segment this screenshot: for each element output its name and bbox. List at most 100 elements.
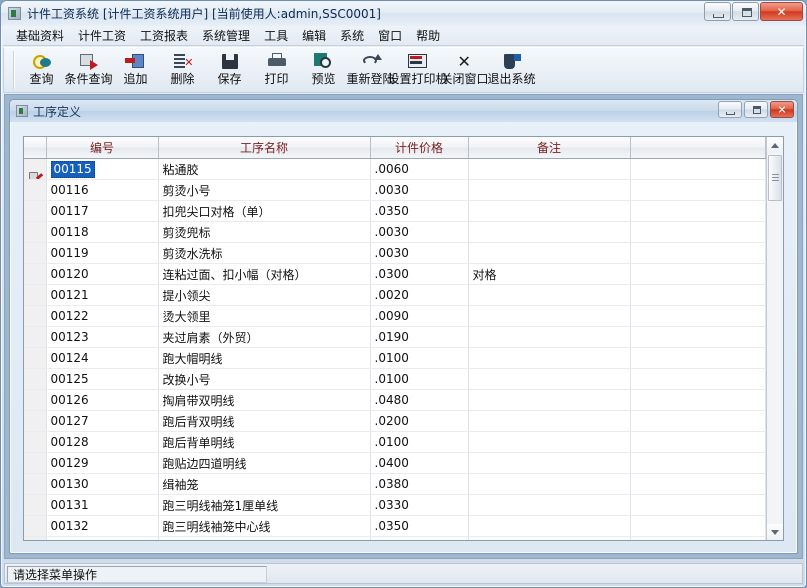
table-row[interactable]: 00123 夹过肩素（外贸） .0190: [24, 326, 766, 348]
scroll-down-button[interactable]: [767, 524, 783, 540]
cell-process-name[interactable]: 跑三明线袖笼1厘单线: [158, 494, 371, 516]
cell-price[interactable]: .0480: [370, 389, 469, 411]
grid-header-memo[interactable]: 备注: [468, 137, 631, 159]
cell-process-name[interactable]: 改换小号: [158, 368, 371, 390]
cell-process-name[interactable]: 净袖笼: [158, 536, 371, 540]
cell-code[interactable]: 00116: [46, 179, 159, 201]
row-indicator-cell[interactable]: [24, 284, 47, 306]
row-indicator-cell[interactable]: [24, 452, 47, 474]
cell-price[interactable]: .0200: [370, 410, 469, 432]
cell-code[interactable]: 00132: [46, 515, 159, 537]
cell-process-name[interactable]: 连粘过面、扣小幅（对格）: [158, 263, 371, 285]
cell-code[interactable]: 00126: [46, 389, 159, 411]
scroll-up-button[interactable]: [767, 137, 783, 153]
cell-code[interactable]: 00133: [46, 536, 159, 540]
row-indicator-cell[interactable]: [24, 305, 47, 327]
cell-code[interactable]: 00118: [46, 221, 159, 243]
child-close-button[interactable]: ✕: [770, 101, 794, 118]
cell-price[interactable]: .0300: [370, 263, 469, 285]
cell-memo[interactable]: 对格: [468, 263, 631, 285]
cell-code[interactable]: 00128: [46, 431, 159, 453]
row-indicator-cell[interactable]: [24, 242, 47, 264]
cell-memo[interactable]: [468, 494, 631, 516]
menu-item-window[interactable]: 窗口: [371, 26, 409, 45]
cell-memo[interactable]: [468, 284, 631, 306]
cell-process-name[interactable]: 烫大领里: [158, 305, 371, 327]
row-indicator-cell[interactable]: [24, 326, 47, 348]
table-row[interactable]: 00119 剪烫水洗标 .0030: [24, 242, 766, 264]
cell-price[interactable]: .0030: [370, 179, 469, 201]
table-row[interactable]: 00121 提小领尖 .0020: [24, 284, 766, 306]
cell-price[interactable]: .0190: [370, 326, 469, 348]
grid-header-name[interactable]: 工序名称: [158, 137, 371, 159]
cell-code[interactable]: 00131: [46, 494, 159, 516]
cell-price[interactable]: .0090: [370, 305, 469, 327]
cell-price[interactable]: .0350: [370, 200, 469, 222]
cell-process-name[interactable]: 跑贴边四道明线: [158, 452, 371, 474]
cell-memo[interactable]: [468, 452, 631, 474]
table-row[interactable]: 00129 跑贴边四道明线 .0400: [24, 452, 766, 474]
cell-code[interactable]: 00129: [46, 452, 159, 474]
table-row[interactable]: 00117 扣兜尖口对格（单） .0350: [24, 200, 766, 222]
cell-code[interactable]: 00123: [46, 326, 159, 348]
row-indicator-cell[interactable]: [24, 263, 47, 285]
grid-header-code[interactable]: 编号: [46, 137, 159, 159]
row-indicator-cell[interactable]: [24, 221, 47, 243]
cell-memo[interactable]: [468, 368, 631, 390]
cell-code[interactable]: 00125: [46, 368, 159, 390]
row-indicator-cell[interactable]: [24, 179, 47, 201]
cell-price[interactable]: .0330: [370, 494, 469, 516]
cell-memo[interactable]: [468, 431, 631, 453]
cell-price[interactable]: .0060: [370, 158, 469, 180]
menu-item-edit[interactable]: 编辑: [295, 26, 333, 45]
row-indicator-cell[interactable]: [24, 389, 47, 411]
cell-memo[interactable]: [468, 242, 631, 264]
cell-code[interactable]: 00127: [46, 410, 159, 432]
table-row[interactable]: 00116 剪烫小号 .0030: [24, 179, 766, 201]
menu-item-piece-wage[interactable]: 计件工资: [71, 26, 133, 45]
cell-price[interactable]: .0030: [370, 221, 469, 243]
toolbar-button-save[interactable]: 保存: [206, 48, 253, 92]
row-indicator-cell[interactable]: [24, 494, 47, 516]
cell-memo[interactable]: [468, 305, 631, 327]
cell-memo[interactable]: [468, 389, 631, 411]
cell-price[interactable]: .0400: [370, 452, 469, 474]
cell-memo[interactable]: [468, 515, 631, 537]
cell-memo[interactable]: [468, 326, 631, 348]
menu-item-system-mgmt[interactable]: 系统管理: [195, 26, 257, 45]
table-row[interactable]: 00127 跑后背双明线 .0200: [24, 410, 766, 432]
grid-vertical-scrollbar[interactable]: [766, 137, 783, 540]
close-button[interactable]: ✕: [760, 2, 803, 21]
cell-memo[interactable]: [468, 536, 631, 540]
toolbar-button-conditional-query[interactable]: 条件查询: [65, 48, 113, 92]
cell-code[interactable]: 00124: [46, 347, 159, 369]
row-indicator-cell[interactable]: [24, 410, 47, 432]
cell-code[interactable]: 00122: [46, 305, 159, 327]
toolbar-button-query[interactable]: 查询: [18, 48, 65, 92]
cell-price[interactable]: .0050: [370, 536, 469, 540]
row-indicator-cell[interactable]: [24, 347, 47, 369]
menu-item-base-data[interactable]: 基础资料: [9, 26, 71, 45]
row-indicator-cell[interactable]: [24, 515, 47, 537]
cell-process-name[interactable]: 粘通胶: [158, 158, 371, 180]
table-row[interactable]: 00128 跑后背单明线 .0100: [24, 431, 766, 453]
row-indicator-cell[interactable]: [24, 158, 47, 180]
cell-price[interactable]: .0020: [370, 284, 469, 306]
row-indicator-cell[interactable]: [24, 431, 47, 453]
cell-process-name[interactable]: 扣兜尖口对格（单）: [158, 200, 371, 222]
cell-code[interactable]: 00117: [46, 200, 159, 222]
toolbar-button-delete[interactable]: 删除: [159, 48, 206, 92]
table-row[interactable]: 00125 改换小号 .0100: [24, 368, 766, 390]
cell-process-name[interactable]: 剪烫兜标: [158, 221, 371, 243]
cell-process-name[interactable]: 剪烫小号: [158, 179, 371, 201]
cell-price[interactable]: .0350: [370, 515, 469, 537]
toolbar-button-exit-system[interactable]: 退出系统: [488, 48, 536, 92]
row-indicator-cell[interactable]: [24, 536, 47, 540]
scrollbar-thumb[interactable]: [768, 155, 782, 201]
table-row[interactable]: 00122 烫大领里 .0090: [24, 305, 766, 327]
cell-memo[interactable]: [468, 410, 631, 432]
cell-code[interactable]: 00120: [46, 263, 159, 285]
cell-memo[interactable]: [468, 347, 631, 369]
table-row[interactable]: 00124 跑大帽明线 .0100: [24, 347, 766, 369]
table-row[interactable]: 00131 跑三明线袖笼1厘单线 .0330: [24, 494, 766, 516]
